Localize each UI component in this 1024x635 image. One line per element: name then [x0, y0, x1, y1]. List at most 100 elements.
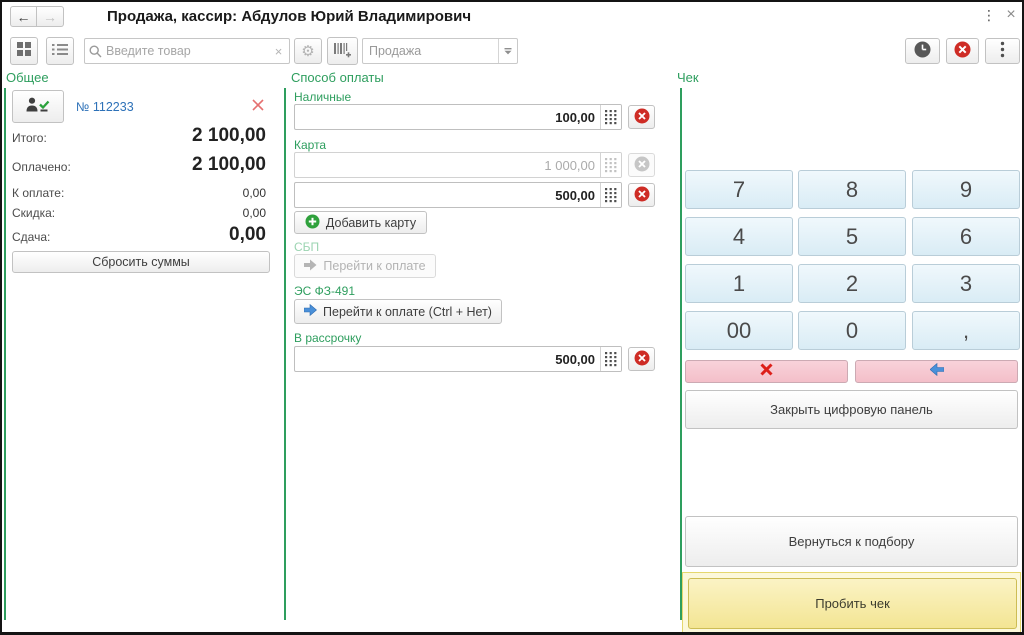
gear-icon: ⚙	[301, 42, 314, 60]
search-input[interactable]	[106, 44, 264, 58]
numpad-icon[interactable]	[600, 105, 621, 129]
numpad-icon	[600, 153, 621, 177]
es-pay-button[interactable]: Перейти к оплате (Ctrl + Нет)	[294, 299, 502, 324]
tiles-icon	[17, 42, 32, 60]
keypad-1[interactable]: 1	[685, 264, 793, 303]
keypad-0[interactable]: 0	[798, 311, 906, 350]
reset-amounts-button[interactable]: Сбросить суммы	[12, 251, 270, 273]
operation-mode-value: Продажа	[363, 44, 498, 58]
barcode-button[interactable]	[327, 37, 358, 65]
card-amount-input-1	[295, 153, 600, 177]
card-amount-field-2	[294, 182, 622, 208]
chevron-down-icon[interactable]	[498, 39, 517, 63]
to-pay-label: К оплате:	[12, 186, 64, 200]
clear-receipt-icon[interactable]	[251, 98, 265, 117]
red-cross-circle-icon	[954, 41, 971, 61]
select-customer-button[interactable]	[12, 90, 64, 123]
delete-card-payment-button[interactable]	[628, 183, 655, 207]
keypad-6[interactable]: 6	[912, 217, 1020, 256]
add-card-label: Добавить карту	[326, 216, 416, 230]
installment-amount-field	[294, 346, 622, 372]
sbp-pay-label: Перейти к оплате	[323, 259, 425, 273]
gray-arrow-right-icon	[304, 259, 317, 274]
keypad-comma[interactable]: ,	[912, 311, 1020, 350]
general-section-header: Общее	[6, 70, 49, 85]
gray-cross-circle-icon	[634, 156, 650, 175]
page-title: Продажа, кассир: Абдулов Юрий Владимиров…	[107, 8, 471, 25]
discount-value: 0,00	[243, 206, 266, 220]
window-menu-icon[interactable]: ⋮	[982, 7, 996, 24]
delete-card-payment-button-disabled	[628, 153, 655, 177]
clock-icon	[914, 41, 931, 61]
change-label: Сдача:	[12, 230, 50, 244]
keypad-3[interactable]: 3	[912, 264, 1020, 303]
red-cross-circle-icon	[634, 186, 650, 205]
numpad-icon[interactable]	[600, 347, 621, 371]
cancel-receipt-button[interactable]	[946, 38, 979, 64]
to-pay-value: 0,00	[243, 186, 266, 200]
card-label: Карта	[294, 138, 326, 152]
operation-mode-select[interactable]: Продажа	[362, 38, 518, 64]
cash-amount-input[interactable]	[295, 105, 600, 129]
column-separator	[284, 88, 286, 620]
card-amount-input-2[interactable]	[295, 183, 600, 207]
numpad-icon[interactable]	[600, 183, 621, 207]
plus-circle-icon	[305, 214, 320, 232]
installment-amount-input[interactable]	[295, 347, 600, 371]
return-to-selection-button[interactable]: Вернуться к подбору	[685, 516, 1018, 567]
search-clear-icon[interactable]: ×	[268, 38, 290, 64]
recent-operations-button[interactable]	[905, 38, 940, 64]
window-close-icon[interactable]: ×	[1003, 6, 1019, 24]
red-cross-circle-icon	[634, 108, 650, 127]
keypad-9[interactable]: 9	[912, 170, 1020, 209]
card-amount-field-1	[294, 152, 622, 178]
add-card-button[interactable]: Добавить карту	[294, 211, 427, 234]
receipt-number-link[interactable]: № 112233	[76, 100, 134, 114]
keypad-2[interactable]: 2	[798, 264, 906, 303]
search-icon	[89, 45, 102, 58]
forward-button[interactable]: →	[37, 6, 64, 27]
total-label: Итого:	[12, 131, 47, 145]
es-label: ЭС ФЗ-491	[294, 284, 355, 298]
keypad-clear-button[interactable]	[685, 360, 848, 383]
back-button[interactable]: ←	[10, 6, 37, 27]
tiles-view-button[interactable]	[10, 37, 38, 65]
product-search-field[interactable]	[84, 38, 269, 64]
barcode-icon	[334, 42, 351, 61]
keypad-7[interactable]: 7	[685, 170, 793, 209]
installment-label: В рассрочку	[294, 331, 361, 345]
column-separator	[4, 88, 6, 620]
delete-cash-payment-button[interactable]	[628, 105, 655, 129]
sbp-label: СБП	[294, 240, 319, 254]
keypad-backspace-button[interactable]	[855, 360, 1018, 383]
paid-label: Оплачено:	[12, 160, 71, 174]
settings-button[interactable]: ⚙	[294, 38, 322, 64]
customer-check-icon	[25, 96, 51, 118]
receipt-section-header: Чек	[677, 70, 699, 85]
es-pay-label: Перейти к оплате (Ctrl + Нет)	[323, 305, 492, 319]
cash-amount-field	[294, 104, 622, 130]
keypad-4[interactable]: 4	[685, 217, 793, 256]
sbp-pay-button: Перейти к оплате	[294, 254, 436, 278]
delete-installment-payment-button[interactable]	[628, 347, 655, 371]
total-value: 2 100,00	[192, 125, 266, 147]
cash-label: Наличные	[294, 90, 351, 104]
commit-receipt-button[interactable]: Пробить чек	[688, 578, 1017, 629]
paid-value: 2 100,00	[192, 154, 266, 176]
more-actions-button[interactable]	[985, 38, 1020, 64]
red-cross-circle-icon	[634, 350, 650, 369]
keypad-5[interactable]: 5	[798, 217, 906, 256]
pos-window: ← → Продажа, кассир: Абдулов Юрий Владим…	[0, 0, 1024, 635]
keypad-00[interactable]: 00	[685, 311, 793, 350]
list-view-button[interactable]	[46, 37, 74, 65]
list-icon	[52, 43, 68, 59]
column-separator	[680, 88, 682, 620]
blue-arrow-right-icon	[304, 304, 317, 319]
history-nav: ← →	[10, 6, 64, 27]
red-x-icon	[760, 363, 773, 381]
change-value: 0,00	[229, 224, 266, 246]
close-numpad-button[interactable]: Закрыть цифровую панель	[685, 390, 1018, 429]
keypad-8[interactable]: 8	[798, 170, 906, 209]
kebab-icon	[1000, 41, 1005, 61]
commit-receipt-area: Пробить чек	[682, 572, 1021, 633]
